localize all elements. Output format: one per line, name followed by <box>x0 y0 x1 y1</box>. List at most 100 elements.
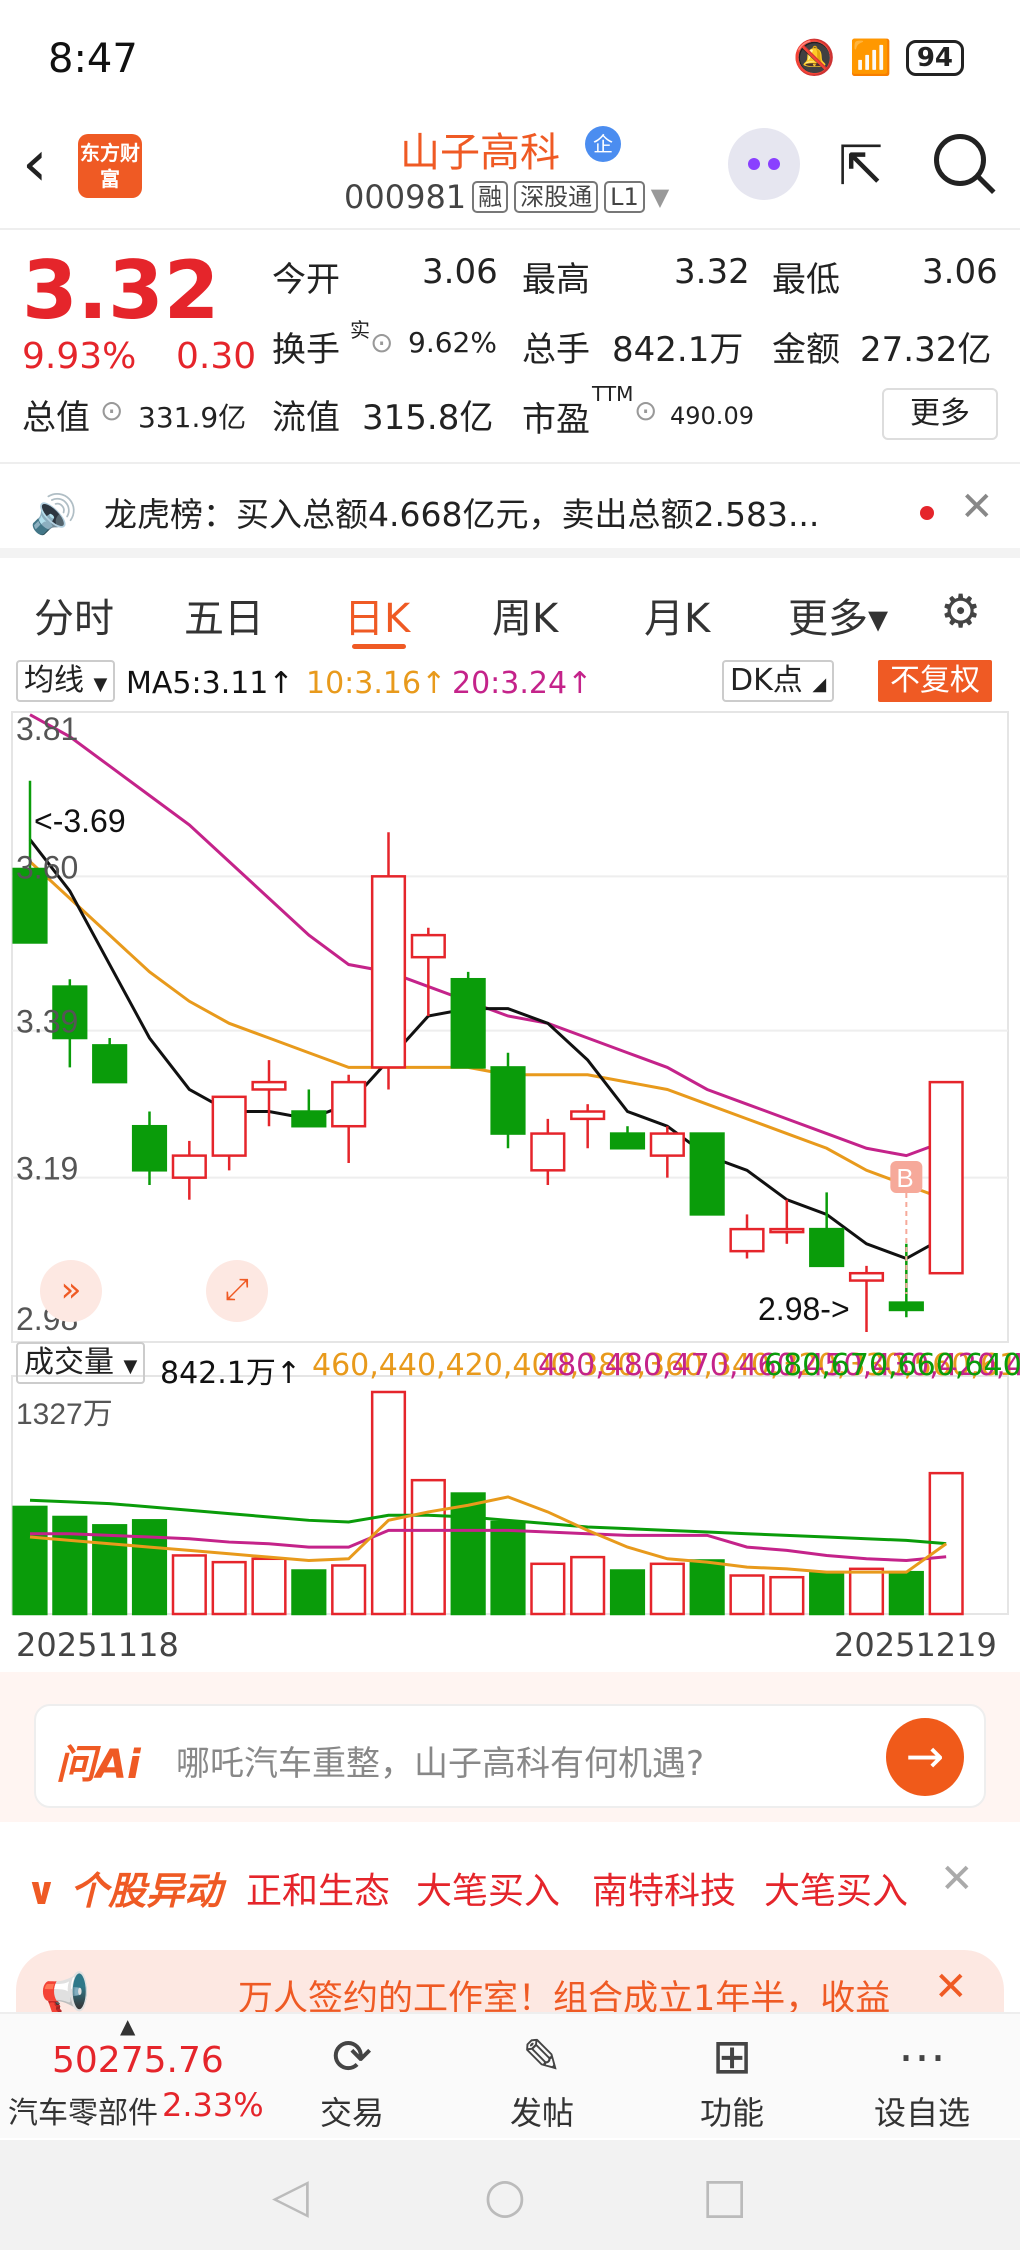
ai-question-box[interactable]: 问Ai 哪吒汽车重整，山子高科有何机遇? → <box>34 1704 986 1808</box>
turnover-value: 9.62% <box>408 326 497 359</box>
dragon-tiger-notice[interactable]: 🔊 龙虎榜：买入总额4.668亿元，卖出总额2.583... ✕ <box>0 462 1020 558</box>
volume-bar <box>370 1390 407 1616</box>
volume-label: 总手 <box>522 330 590 370</box>
tab-weekly-k[interactable]: 周K <box>492 586 558 644</box>
candle-body <box>769 1227 805 1234</box>
gear-icon[interactable]: ⚙ <box>940 584 981 638</box>
anomaly-item[interactable]: 南特科技 <box>592 1862 736 1914</box>
ma20-label: 20:3.24↑ <box>452 666 593 701</box>
candle-body <box>291 1110 327 1128</box>
fullscreen-icon[interactable]: ⤢ <box>206 1260 268 1322</box>
candle-body <box>928 1080 964 1275</box>
tab-more[interactable]: 更多▾ <box>788 586 888 644</box>
corner-icon: ◢ <box>812 674 827 695</box>
info-icon[interactable]: ⊙ <box>634 394 657 427</box>
volume-max-label: 1327万 <box>16 1398 113 1431</box>
nav-trade[interactable]: ⟳ 交易 <box>292 2026 412 2134</box>
turnover-sup: 实 <box>350 318 370 342</box>
tab-monthly-k[interactable]: 月K <box>644 586 710 644</box>
nav-function[interactable]: ⊞ 功能 <box>672 2026 792 2134</box>
kline-candles <box>12 780 964 1332</box>
volume-value: 842.1万 <box>612 330 744 370</box>
volume-bar <box>171 1554 207 1616</box>
last-price: 3.32 <box>22 244 220 337</box>
amount-value: 27.32亿 <box>860 330 992 370</box>
volume-bar <box>689 1559 725 1616</box>
nav-watchlist-label: 设自选 <box>873 2094 970 2132</box>
info-icon[interactable]: ⊙ <box>370 326 393 359</box>
mcap-value: 331.9亿 <box>138 401 247 434</box>
candle-body <box>689 1132 725 1216</box>
unread-dot <box>920 506 934 520</box>
notice-text[interactable]: 龙虎榜：买入总额4.668亿元，卖出总额2.583... <box>104 488 884 536</box>
back-triangle-icon[interactable]: ◁ <box>272 2168 309 2224</box>
anomaly-item[interactable]: 大笔买入 <box>416 1862 560 1914</box>
kline-chart[interactable]: 3.813.603.393.192.98<-3.692.98->B 1327万 <box>0 706 1020 1666</box>
chevron-down-icon: ▼ <box>650 183 670 211</box>
volume-bar <box>530 1562 566 1616</box>
close-icon[interactable]: ✕ <box>960 484 994 530</box>
candle-body <box>450 977 486 1069</box>
stock-code-row[interactable]: 000981 融 深股通 L1 ▼ <box>344 178 669 216</box>
stock-header: ‹ 东方财富 山子高科 企 000981 融 深股通 L1 ▼ ⇱ <box>0 120 1020 230</box>
share-icon[interactable]: ⇱ <box>838 134 883 197</box>
recents-square-icon[interactable]: □ <box>702 2168 747 2224</box>
chevron-down-icon: ∨ <box>26 1869 57 1913</box>
sector-name[interactable]: 汽车零部件 <box>8 2088 158 2132</box>
tab-underline <box>352 644 406 649</box>
home-circle-icon[interactable]: ○ <box>484 2168 526 2224</box>
nav-watchlist[interactable]: ⋯ 设自选 <box>862 2026 982 2134</box>
volume-bars <box>12 1390 964 1616</box>
stock-name: 山子高科 <box>400 130 560 176</box>
volume-select[interactable]: 成交量 ▼ <box>16 1342 146 1384</box>
tab-intraday[interactable]: 分时 <box>34 586 114 644</box>
change-value: 0.30 <box>176 336 257 377</box>
app-logo[interactable]: 东方财富 <box>78 134 142 198</box>
info-icon[interactable]: ⊙ <box>100 394 123 427</box>
volume-bar <box>211 1560 247 1616</box>
more-button[interactable]: 更多 <box>882 388 998 440</box>
volume-bar <box>291 1569 327 1616</box>
tab-five-day[interactable]: 五日 <box>184 586 264 644</box>
anomaly-item[interactable]: 正和生态 <box>246 1862 390 1914</box>
back-icon[interactable]: ‹ <box>22 132 48 196</box>
battery-icon: 94 <box>905 40 964 76</box>
ai-question[interactable]: 哪吒汽车重整，山子高科有何机遇? <box>176 1736 704 1785</box>
volume-bar <box>848 1567 885 1616</box>
close-icon[interactable]: ✕ <box>940 1856 974 1902</box>
expand-left-icon[interactable]: » <box>40 1260 102 1322</box>
float-label: 流值 <box>272 398 340 438</box>
arrow-right-icon[interactable]: → <box>886 1718 964 1796</box>
volume-bar <box>570 1555 606 1616</box>
candle-body <box>370 875 407 1069</box>
stock-anomaly-bar[interactable]: ∨ 个股异动 正和生态 大笔买入 南特科技 大笔买入 ✕ <box>0 1822 1020 1952</box>
nav-post[interactable]: ✎ 发帖 <box>482 2026 602 2134</box>
candle-body <box>490 1066 526 1135</box>
high-label: 最高 <box>522 260 590 300</box>
candle-body <box>251 1080 287 1091</box>
status-bar: 8:47 🔕 📶 94 <box>0 0 1020 120</box>
sector-index-value[interactable]: 50275.76 <box>52 2040 224 2081</box>
candle-body <box>570 1110 606 1121</box>
volume-legend: 成交量 ▼ 842.1万↑ 460,440,420,400,380,360,34… <box>0 1340 1020 1391</box>
app-root: 8:47 🔕 📶 94 ‹ 东方财富 山子高科 企 000981 融 深股通 L… <box>0 0 1020 2250</box>
ma10-label: 10:3.16↑ <box>306 666 447 701</box>
adjust-button[interactable]: 不复权 <box>878 660 992 702</box>
edit-icon: ✎ <box>521 2029 563 2085</box>
tab-daily-k[interactable]: 日K <box>344 586 410 644</box>
volume-bar <box>331 1564 367 1616</box>
anomaly-item[interactable]: 大笔买入 <box>764 1862 908 1914</box>
ai-robot-icon[interactable] <box>728 128 800 200</box>
candle-body <box>729 1227 765 1253</box>
search-icon[interactable] <box>934 134 986 186</box>
volume-bar <box>52 1515 88 1616</box>
ma20-line <box>29 713 947 1158</box>
dk-select[interactable]: DK点 ◢ <box>722 660 835 702</box>
volume-bar <box>12 1505 48 1616</box>
chevron-down-icon: ▼ <box>123 1356 138 1377</box>
sector-change: 2.33% <box>162 2086 264 2124</box>
close-icon[interactable]: ✕ <box>934 1964 968 2010</box>
y-tick-label: 3.60 <box>16 849 78 885</box>
indicator-select[interactable]: 均线 ▼ <box>16 660 116 702</box>
date-end: 20251219 <box>834 1626 997 1664</box>
